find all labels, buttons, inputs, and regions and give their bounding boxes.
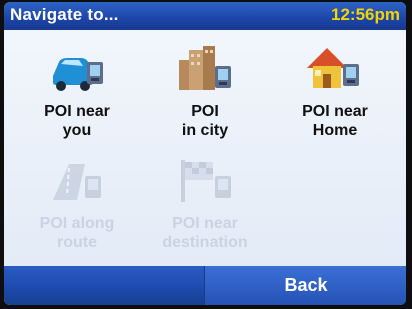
label-line1: POI	[191, 103, 219, 120]
label-line2: Home	[312, 122, 358, 139]
poi-in-city-label: POI in city	[150, 102, 260, 140]
label-line2: route	[57, 234, 97, 251]
label-line1: POI along	[39, 215, 115, 232]
poi-near-home-label: POI near Home	[280, 102, 390, 140]
label-line1: POI near	[302, 103, 368, 120]
device-frame: Navigate to... 12:56pm POI near you POI …	[0, 0, 412, 309]
title-bar: Navigate to... 12:56pm	[4, 2, 406, 30]
clock: 12:56pm	[331, 5, 400, 24]
poi-near-you-button[interactable]: POI near you	[22, 42, 132, 152]
back-button[interactable]: Back	[204, 266, 406, 305]
poi-along-route-button[interactable]: POI along route	[22, 154, 132, 264]
poi-in-city-button[interactable]: POI in city	[150, 42, 260, 152]
poi-near-destination-label: POI near destination	[150, 214, 260, 252]
label-line1: POI near	[172, 215, 238, 232]
label-line2: destination	[162, 234, 248, 251]
label-line1: POI near	[44, 103, 110, 120]
bottom-bar: Back	[4, 266, 406, 305]
car-poi-icon	[53, 58, 103, 91]
label-line2: you	[62, 122, 92, 139]
route-poi-icon	[53, 164, 101, 200]
label-line2: in city	[181, 122, 229, 139]
city-buildings-poi-icon	[179, 46, 231, 90]
screen-title: Navigate to...	[10, 5, 119, 24]
back-button-label: Back	[284, 275, 328, 295]
poi-along-route-label: POI along route	[22, 214, 132, 252]
home-poi-icon	[307, 48, 359, 88]
poi-near-destination-button[interactable]: POI near destination	[150, 154, 260, 264]
poi-near-home-button[interactable]: POI near Home	[280, 42, 390, 152]
poi-near-you-label: POI near you	[22, 102, 132, 140]
destination-flag-poi-icon	[181, 160, 231, 202]
menu-grid: POI near you POI in city POI near Home P…	[4, 30, 406, 266]
screen: Navigate to... 12:56pm POI near you POI …	[4, 2, 406, 305]
